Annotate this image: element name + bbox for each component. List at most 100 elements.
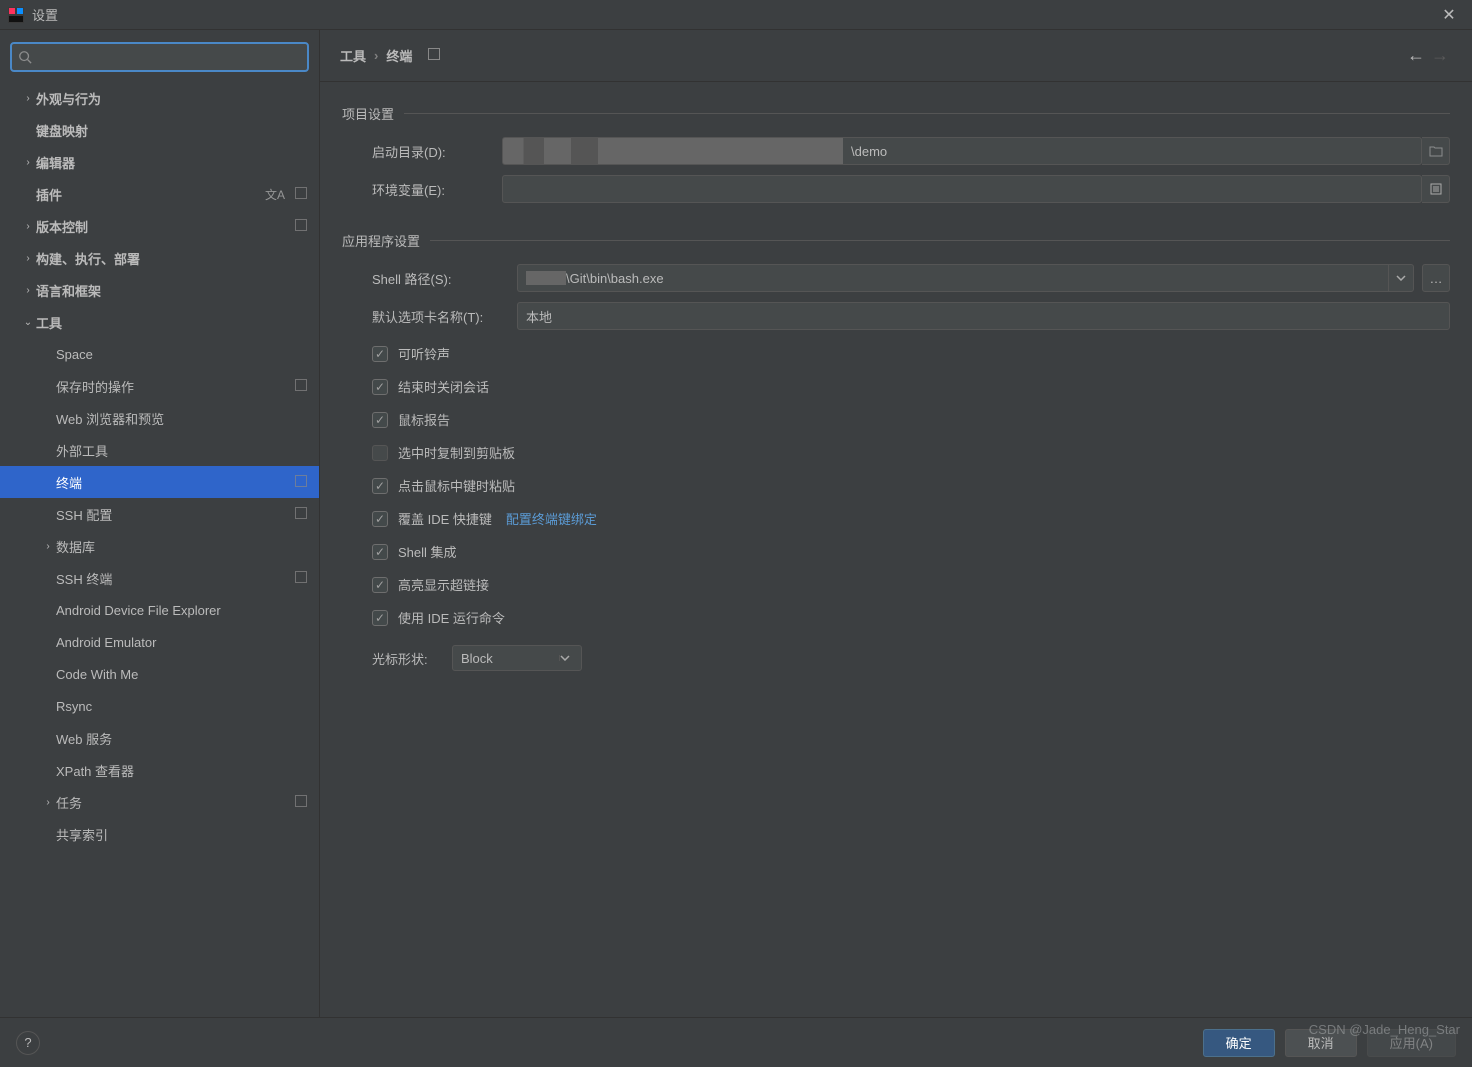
checkbox-label: 高亮显示超链接 (398, 575, 489, 594)
select-cursor-shape[interactable]: Block (452, 645, 582, 671)
tree-label: SSH 配置 (56, 505, 289, 524)
checkbox-label: 点击鼠标中键时粘贴 (398, 476, 515, 495)
checkbox[interactable] (372, 478, 388, 494)
tree-item-外观与行为[interactable]: ›外观与行为 (0, 82, 319, 114)
tree-item-外部工具[interactable]: 外部工具 (0, 434, 319, 466)
project-badge-icon (295, 571, 309, 585)
tree-item-编辑器[interactable]: ›编辑器 (0, 146, 319, 178)
tree-item-键盘映射[interactable]: 键盘映射 (0, 114, 319, 146)
checkbox[interactable] (372, 544, 388, 560)
chevron-right-icon[interactable]: › (20, 285, 36, 296)
tree-label: Web 浏览器和预览 (56, 409, 309, 428)
chevron-right-icon[interactable]: › (20, 93, 36, 104)
label-cursor-shape: 光标形状: (372, 649, 452, 668)
tree-item-保存时的操作[interactable]: 保存时的操作 (0, 370, 319, 402)
browse-start-dir-button[interactable] (1422, 137, 1450, 165)
search-input[interactable] (38, 49, 301, 66)
tree-item-Space[interactable]: Space (0, 338, 319, 370)
checkbox-row: 鼠标报告 (372, 410, 1450, 429)
tree-label: 版本控制 (36, 217, 289, 236)
checkbox-label: Shell 集成 (398, 542, 457, 561)
tree-item-XPath-查看器[interactable]: XPath 查看器 (0, 754, 319, 786)
close-icon[interactable]: ✕ (1434, 5, 1464, 25)
tree-label: 任务 (56, 793, 289, 812)
tree-item-版本控制[interactable]: ›版本控制 (0, 210, 319, 242)
label-shell-path: Shell 路径(S): (372, 269, 517, 288)
checkbox-row: 选中时复制到剪贴板 (372, 443, 1450, 462)
chevron-down-icon[interactable]: ⌄ (20, 317, 36, 328)
tree-item-Web-浏览器和预览[interactable]: Web 浏览器和预览 (0, 402, 319, 434)
checkbox-label: 使用 IDE 运行命令 (398, 608, 505, 627)
tree-item-数据库[interactable]: ›数据库 (0, 530, 319, 562)
tree-item-Code-With-Me[interactable]: Code With Me (0, 658, 319, 690)
tree-label: 共享索引 (56, 825, 309, 844)
browse-shell-path-button[interactable]: … (1422, 264, 1450, 292)
checkbox[interactable] (372, 412, 388, 428)
tree-item-SSH-配置[interactable]: SSH 配置 (0, 498, 319, 530)
checkbox-row: 高亮显示超链接 (372, 575, 1450, 594)
checkbox[interactable] (372, 379, 388, 395)
tree-item-共享索引[interactable]: 共享索引 (0, 818, 319, 850)
tree-item-终端[interactable]: 终端 (0, 466, 319, 498)
tree-item-Web-服务[interactable]: Web 服务 (0, 722, 319, 754)
translate-icon: 文A (265, 186, 285, 203)
tree-item-工具[interactable]: ⌄工具 (0, 306, 319, 338)
input-env[interactable] (502, 175, 1422, 203)
tree-label: Android Device File Explorer (56, 603, 309, 618)
tree-item-语言和框架[interactable]: ›语言和框架 (0, 274, 319, 306)
tree-item-SSH-终端[interactable]: SSH 终端 (0, 562, 319, 594)
checkbox[interactable] (372, 610, 388, 626)
nav-back-icon[interactable]: ← (1404, 45, 1428, 66)
settings-tree[interactable]: ›外观与行为键盘映射›编辑器插件文A›版本控制›构建、执行、部署›语言和框架⌄工… (0, 82, 319, 1017)
project-badge-icon (295, 795, 309, 809)
tree-item-任务[interactable]: ›任务 (0, 786, 319, 818)
cancel-button[interactable]: 取消 (1285, 1029, 1357, 1057)
breadcrumb-leaf: 终端 (386, 46, 412, 65)
tree-item-Android-Emulator[interactable]: Android Emulator (0, 626, 319, 658)
chevron-right-icon[interactable]: › (20, 221, 36, 232)
label-start-dir: 启动目录(D): (372, 142, 502, 161)
tree-label: 键盘映射 (36, 121, 309, 140)
dialog-footer: ? 确定 取消 应用(A) (0, 1017, 1472, 1067)
tree-label: 数据库 (56, 537, 309, 556)
tree-label: 外观与行为 (36, 89, 309, 108)
tree-label: 语言和框架 (36, 281, 309, 300)
tree-item-Android-Device-File-Explorer[interactable]: Android Device File Explorer (0, 594, 319, 626)
checkbox-label: 结束时关闭会话 (398, 377, 489, 396)
checkbox[interactable] (372, 511, 388, 527)
expand-env-button[interactable] (1422, 175, 1450, 203)
tree-item-插件[interactable]: 插件文A (0, 178, 319, 210)
chevron-right-icon[interactable]: › (20, 157, 36, 168)
tree-label: Web 服务 (56, 729, 309, 748)
chevron-right-icon[interactable]: › (40, 797, 56, 808)
checkbox[interactable] (372, 445, 388, 461)
tree-label: Code With Me (56, 667, 309, 682)
input-tab-name[interactable]: 本地 (517, 302, 1450, 330)
project-badge-icon (295, 475, 309, 489)
configure-keybinding-link[interactable]: 配置终端键绑定 (506, 509, 597, 528)
checkbox-label: 可听铃声 (398, 344, 450, 363)
sidebar: ›外观与行为键盘映射›编辑器插件文A›版本控制›构建、执行、部署›语言和框架⌄工… (0, 30, 320, 1017)
tree-label: XPath 查看器 (56, 761, 309, 780)
checkbox[interactable] (372, 577, 388, 593)
app-logo-icon (8, 7, 24, 23)
apply-button[interactable]: 应用(A) (1367, 1029, 1456, 1057)
chevron-right-icon[interactable]: › (20, 253, 36, 264)
project-badge-icon (295, 187, 309, 201)
tree-label: 终端 (56, 473, 289, 492)
ok-button[interactable]: 确定 (1203, 1029, 1275, 1057)
breadcrumb-root[interactable]: 工具 (340, 46, 366, 65)
shell-path-dropdown-icon[interactable] (1388, 264, 1414, 292)
tree-item-Rsync[interactable]: Rsync (0, 690, 319, 722)
input-start-dir[interactable]: \demo (502, 137, 1422, 165)
chevron-down-icon (559, 655, 581, 661)
tree-item-构建、执行、部署[interactable]: ›构建、执行、部署 (0, 242, 319, 274)
section-app: 应用程序设置 (342, 231, 1450, 250)
checkbox-row: 结束时关闭会话 (372, 377, 1450, 396)
chevron-right-icon[interactable]: › (40, 541, 56, 552)
search-input-wrap[interactable] (10, 42, 309, 72)
input-shell-path[interactable]: \Git\bin\bash.exe (517, 264, 1388, 292)
checkbox[interactable] (372, 346, 388, 362)
checkbox-row: 使用 IDE 运行命令 (372, 608, 1450, 627)
help-button[interactable]: ? (16, 1031, 40, 1055)
